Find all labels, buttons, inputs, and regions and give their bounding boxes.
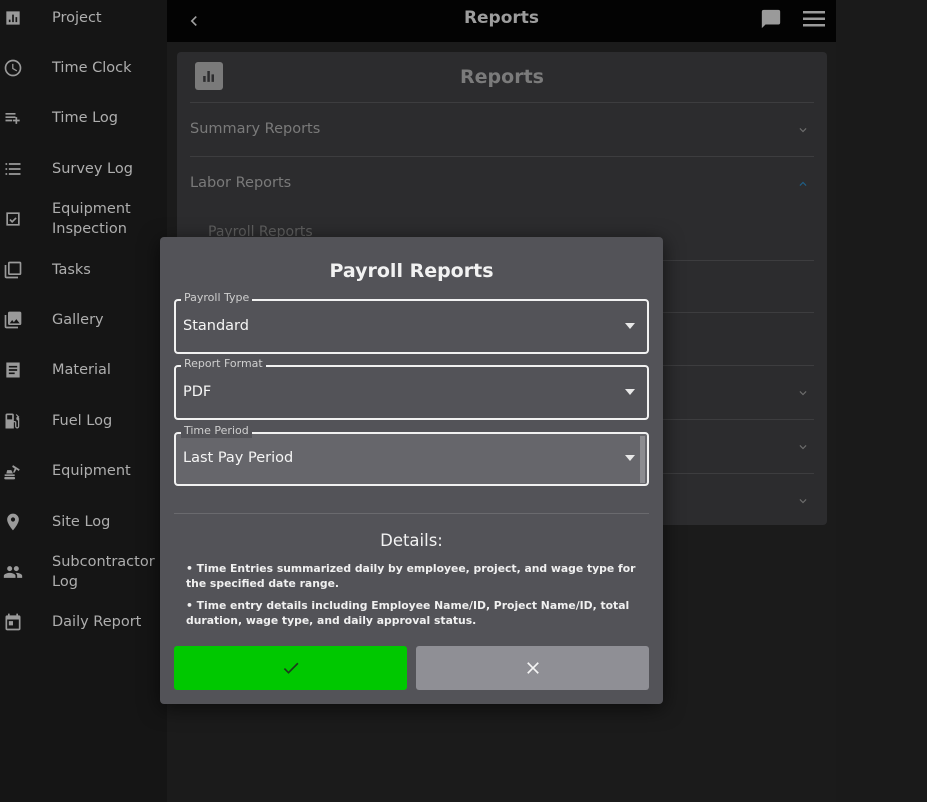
sidebar-item-label: Time Clock xyxy=(52,60,132,76)
sidebar-item-subcontractor-log[interactable]: Subcontractor Log xyxy=(0,550,167,594)
checkmark-icon xyxy=(283,662,298,674)
list-icon xyxy=(3,159,23,179)
section-summary-reports[interactable]: Summary Reports xyxy=(190,115,814,145)
sidebar-item-time-clock[interactable]: Time Clock xyxy=(0,46,167,90)
sidebar-item-label: Tasks xyxy=(52,262,91,278)
field-label: Report Format xyxy=(181,357,266,371)
chevron-down-icon xyxy=(799,128,807,133)
clock-icon xyxy=(3,58,23,78)
sidebar-item-label: Survey Log xyxy=(52,161,133,177)
sidebar-item-gallery[interactable]: Gallery xyxy=(0,298,167,342)
divider xyxy=(174,513,649,514)
details-item: • Time Entries summarized daily by emplo… xyxy=(186,562,636,590)
payroll-reports-dialog: Payroll Reports Payroll Type Standard Re… xyxy=(160,237,663,704)
dialog-title: Payroll Reports xyxy=(329,260,494,282)
sidebar-item-time-log[interactable]: Time Log xyxy=(0,96,167,140)
bar-chart-icon xyxy=(3,8,23,28)
sidebar-item-label: Site Log xyxy=(52,514,111,530)
excavator-icon xyxy=(3,461,23,481)
chevron-down-icon xyxy=(799,445,807,450)
people-icon xyxy=(3,562,23,582)
confirm-button[interactable] xyxy=(174,646,407,690)
sidebar-item-project[interactable]: Project xyxy=(0,0,167,40)
details-title: Details: xyxy=(380,531,443,550)
scrollbar[interactable] xyxy=(640,436,645,483)
dropdown-arrow-icon xyxy=(625,389,635,395)
card-title: Reports xyxy=(460,66,544,88)
sidebar-item-label: Subcontractor Log xyxy=(52,554,155,590)
divider xyxy=(190,102,814,103)
top-bar: Reports xyxy=(167,0,836,42)
chevron-down-icon xyxy=(799,391,807,396)
field-label: Time Period xyxy=(181,424,252,438)
location-pin-icon xyxy=(3,512,23,532)
chevron-up-icon xyxy=(799,181,807,186)
library-icon xyxy=(3,260,23,280)
field-value: PDF xyxy=(183,384,212,400)
section-label: Summary Reports xyxy=(190,121,321,137)
dropdown-arrow-icon xyxy=(625,455,635,461)
sidebar-item-equipment-inspection[interactable]: Equipment Inspection xyxy=(0,197,167,241)
sidebar-item-daily-report[interactable]: Daily Report xyxy=(0,600,167,644)
field-value: Last Pay Period xyxy=(183,450,294,466)
photo-library-icon xyxy=(3,310,23,330)
dropdown-arrow-icon xyxy=(625,323,635,329)
receipt-icon xyxy=(3,360,23,380)
field-value: Standard xyxy=(183,318,249,334)
chevron-down-icon xyxy=(799,499,807,504)
hamburger-menu-icon xyxy=(803,11,825,27)
sidebar-item-label: Project xyxy=(52,10,102,26)
sidebar-item-site-log[interactable]: Site Log xyxy=(0,500,167,544)
gas-station-icon xyxy=(3,411,23,431)
section-labor-reports[interactable]: Labor Reports xyxy=(190,169,814,199)
checkbox-icon xyxy=(3,209,23,229)
chat-icon xyxy=(761,9,781,29)
details-item: • Time entry details including Employee … xyxy=(186,599,630,627)
right-margin xyxy=(836,0,927,802)
calendar-icon xyxy=(3,612,23,632)
sidebar-item-survey-log[interactable]: Survey Log xyxy=(0,147,167,191)
sidebar-item-fuel-log[interactable]: Fuel Log xyxy=(0,399,167,443)
menu-button[interactable] xyxy=(802,8,826,30)
sidebar-item-label: Fuel Log xyxy=(52,413,113,429)
sidebar-item-label: Equipment xyxy=(52,463,131,479)
time-period-select[interactable]: Time Period Last Pay Period xyxy=(174,424,649,486)
sidebar-item-label: Gallery xyxy=(52,312,104,328)
sidebar-item-tasks[interactable]: Tasks xyxy=(0,248,167,292)
payroll-type-select[interactable]: Payroll Type Standard xyxy=(174,291,649,354)
page-title: Reports xyxy=(463,8,540,28)
close-icon xyxy=(526,662,539,674)
sidebar-item-label: Material xyxy=(52,362,111,378)
cancel-button[interactable] xyxy=(416,646,649,690)
sidebar: Project Time Clock Time Log Survey Log E… xyxy=(0,0,167,802)
divider xyxy=(190,156,814,157)
playlist-add-icon xyxy=(3,108,23,128)
sidebar-item-equipment[interactable]: Equipment xyxy=(0,449,167,493)
sidebar-item-label: Time Log xyxy=(52,110,118,126)
section-label: Labor Reports xyxy=(190,175,292,191)
sidebar-item-label: Equipment Inspection xyxy=(52,201,131,237)
sidebar-item-material[interactable]: Material xyxy=(0,348,167,392)
sidebar-item-label: Daily Report xyxy=(52,614,142,630)
field-label: Payroll Type xyxy=(181,291,253,305)
chat-button[interactable] xyxy=(760,8,782,30)
report-format-select[interactable]: Report Format PDF xyxy=(174,357,649,420)
